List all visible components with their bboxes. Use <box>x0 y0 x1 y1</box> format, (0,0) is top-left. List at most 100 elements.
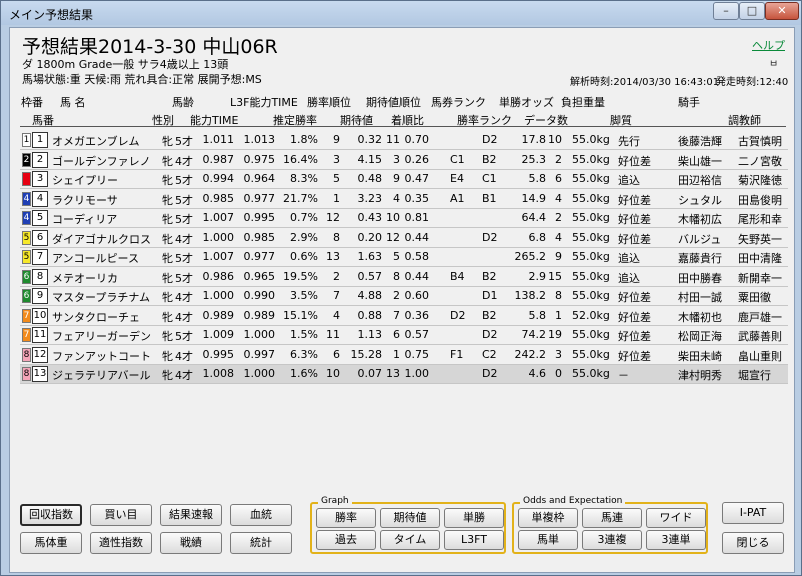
cell-l3f: 1.000 <box>243 367 276 380</box>
cell-weight: 55.0kg <box>572 250 610 263</box>
cell-exp-rank: 2 <box>393 289 400 302</box>
graph-past-button[interactable]: 過去 <box>316 530 376 550</box>
recovery-index-button[interactable]: 回収指数 <box>20 504 82 526</box>
cell-ratio: 0.57 <box>404 328 430 341</box>
close-button[interactable]: 閉じる <box>722 532 784 554</box>
table-row[interactable]: 4 4 ラクリモーサ牝 5才 0.985 0.977 21.7% 1 3.23 4 0.35 A1 B1… <box>20 190 788 209</box>
odds-umatan-button[interactable]: 馬単 <box>518 530 578 550</box>
cell-age: 4才 <box>175 154 193 168</box>
cell-exp: 0.07 <box>357 367 383 380</box>
cell-data: 2 <box>555 211 562 224</box>
pin-icon[interactable]: ㅂ <box>769 55 778 70</box>
cell-jockey: 村田一誠 <box>678 291 722 304</box>
minimize-button[interactable]: – <box>713 2 739 20</box>
result-flash-button[interactable]: 結果速報 <box>160 504 222 526</box>
cell-rate-rank: 12 <box>326 211 340 224</box>
cell-ratio: 0.26 <box>404 152 430 166</box>
odds-sanrenpuku-button[interactable]: 3連複 <box>582 530 642 550</box>
cell-exp-rank: 6 <box>393 328 400 341</box>
odds-wide-button[interactable]: ワイド <box>646 508 706 528</box>
cell-jockey: 木幡初広 <box>678 213 722 226</box>
cell-ratio: 1.00 <box>404 367 430 380</box>
cell-rate: 16.4% <box>283 152 318 166</box>
post-time: 発走時刻:12:40 <box>716 77 789 88</box>
waku-badge: 3 <box>22 172 31 186</box>
umaban-badge: 2 <box>32 151 48 168</box>
cell-rank2: D2 <box>482 328 498 341</box>
help-link[interactable]: ヘルプ <box>752 37 785 53</box>
cell-rate: 19.5% <box>283 269 318 283</box>
cell-weight: 55.0kg <box>572 172 610 185</box>
aptitude-index-button[interactable]: 適性指数 <box>90 532 152 554</box>
cell-exp: 15.28 <box>350 347 383 361</box>
cell-age: 5才 <box>175 193 193 207</box>
cell-rate-rank: 1 <box>333 191 340 205</box>
cell-ratio: 0.60 <box>404 289 430 302</box>
page-title: 予想結果2014-3-30 中山06R <box>22 36 278 58</box>
cell-data: 3 <box>555 347 562 361</box>
buy-list-button[interactable]: 買い目 <box>90 504 152 526</box>
table-row[interactable]: 5 7 アンコールピース牝 5才 1.007 0.977 0.6% 13 1.63 5 0.58 26… <box>20 248 788 267</box>
cell-exp-rank: 8 <box>393 269 400 283</box>
graph-l3ft-button[interactable]: L3FT <box>444 530 504 550</box>
title-bar[interactable]: メイン予想結果 – □ ✕ <box>1 1 801 25</box>
body-weight-button[interactable]: 馬体重 <box>20 532 82 554</box>
app-window: メイン予想結果 – □ ✕ 予想結果2014-3-30 中山06R ヘルプ ダ … <box>0 0 802 576</box>
cell-exp-rank: 13 <box>386 367 400 380</box>
cell-style: 好位差 <box>618 232 651 246</box>
umaban-badge: 8 <box>32 268 48 285</box>
record-button[interactable]: 戦績 <box>160 532 222 554</box>
cell-style: 好位差 <box>618 213 651 226</box>
graph-rate-button[interactable]: 勝率 <box>316 508 376 528</box>
odds-sanrentan-button[interactable]: 3連単 <box>646 530 706 550</box>
cell-rank1: D2 <box>450 308 466 322</box>
odds-fukusho-button[interactable]: 単複枠 <box>518 508 578 528</box>
odds-umaren-button[interactable]: 馬連 <box>582 508 642 528</box>
table-row[interactable]: 8 13 ジェラテリアバール牝 4才 1.008 1.000 1.6% 10 0.07 13 1.0… <box>20 365 788 384</box>
table-row[interactable]: 8 12 ファンアットコート牝 4才 0.995 0.997 6.3% 6 15.28 1 0.75… <box>20 346 788 365</box>
waku-badge: 4 <box>22 191 31 206</box>
graph-win-button[interactable]: 単勝 <box>444 508 504 528</box>
cell-rank2: B2 <box>482 152 497 166</box>
table-row[interactable]: 7 10 サンタクローチェ牝 4才 0.989 0.989 15.1% 4 0.88 7 0.36 D… <box>20 307 788 326</box>
maximize-button[interactable]: □ <box>739 2 765 20</box>
cell-trainer: 田島俊明 <box>738 193 782 207</box>
table-row[interactable]: 3 3 シェイプリー 牝 5才 0.994 0.964 8.3% 5 0.48 9 0.47 E4 C1 5… <box>20 170 788 189</box>
graph-exp-button[interactable]: 期待値 <box>380 508 440 528</box>
table-row[interactable]: 7 11 フェアリーガーデン牝 5才 1.009 1.000 1.5% 11 1.13 6 0.57… <box>20 326 788 345</box>
cell-rate: 6.3% <box>290 347 318 361</box>
cell-rank1: E4 <box>450 172 464 185</box>
close-window-button[interactable]: ✕ <box>765 2 799 20</box>
cell-rate-rank: 6 <box>333 347 340 361</box>
table-row[interactable]: 1 1 オメガエンブレム牝 5才 1.011 1.013 1.8% 9 0.32 11 0.70 D2… <box>20 131 788 150</box>
cell-weight: 55.0kg <box>572 152 610 166</box>
cell-exp: 0.57 <box>357 269 383 283</box>
cell-trainer: 堀宣行 <box>738 369 771 382</box>
cell-weight: 55.0kg <box>572 230 610 244</box>
cell-trainer: 鹿戸雄一 <box>738 310 782 324</box>
ipat-button[interactable]: I-PAT <box>722 502 784 524</box>
table-row[interactable]: 6 9 マスタープラチナム牝 4才 1.000 0.990 3.5% 7 4.88 2 0.60 D1… <box>20 287 788 306</box>
cell-l3f: 0.989 <box>243 308 276 322</box>
cell-style: 追込 <box>618 174 640 187</box>
table-row[interactable]: 2 2 ゴールデンファレノ牝 4才 0.987 0.975 16.4% 3 4.15 3 0.26 C… <box>20 151 788 170</box>
cell-sex: 牝 <box>162 154 173 168</box>
cell-data: 2 <box>555 152 562 166</box>
pedigree-button[interactable]: 血統 <box>230 504 292 526</box>
table-row[interactable]: 5 6 ダイアゴナルクロス牝 4才 1.000 0.985 2.9% 8 0.20 12 0.44 D… <box>20 229 788 248</box>
cell-time: 0.986 <box>202 269 235 283</box>
cell-odds: 64.4 <box>521 211 547 224</box>
cell-jockey: シュタル <box>678 193 722 207</box>
table-row[interactable]: 6 8 メテオーリカ牝 5才 0.986 0.965 19.5% 2 0.57 8 0.44 B4 B2… <box>20 268 788 287</box>
cell-l3f: 0.995 <box>243 211 276 224</box>
cell-name: ゴールデンファレノ <box>52 154 151 168</box>
cell-weight: 55.0kg <box>572 133 610 146</box>
cell-style: 好位差 <box>618 310 651 324</box>
graph-time-button[interactable]: タイム <box>380 530 440 550</box>
stats-button[interactable]: 統計 <box>230 532 292 554</box>
cell-rate: 0.6% <box>290 250 318 263</box>
cell-rate-rank: 9 <box>333 133 340 146</box>
cell-style: 好位差 <box>618 349 651 363</box>
table-row[interactable]: 4 5 コーディリア 牝 5才 1.007 0.995 0.7% 12 0.43 10 0.81 64.… <box>20 209 788 228</box>
cell-exp: 4.88 <box>357 289 383 302</box>
